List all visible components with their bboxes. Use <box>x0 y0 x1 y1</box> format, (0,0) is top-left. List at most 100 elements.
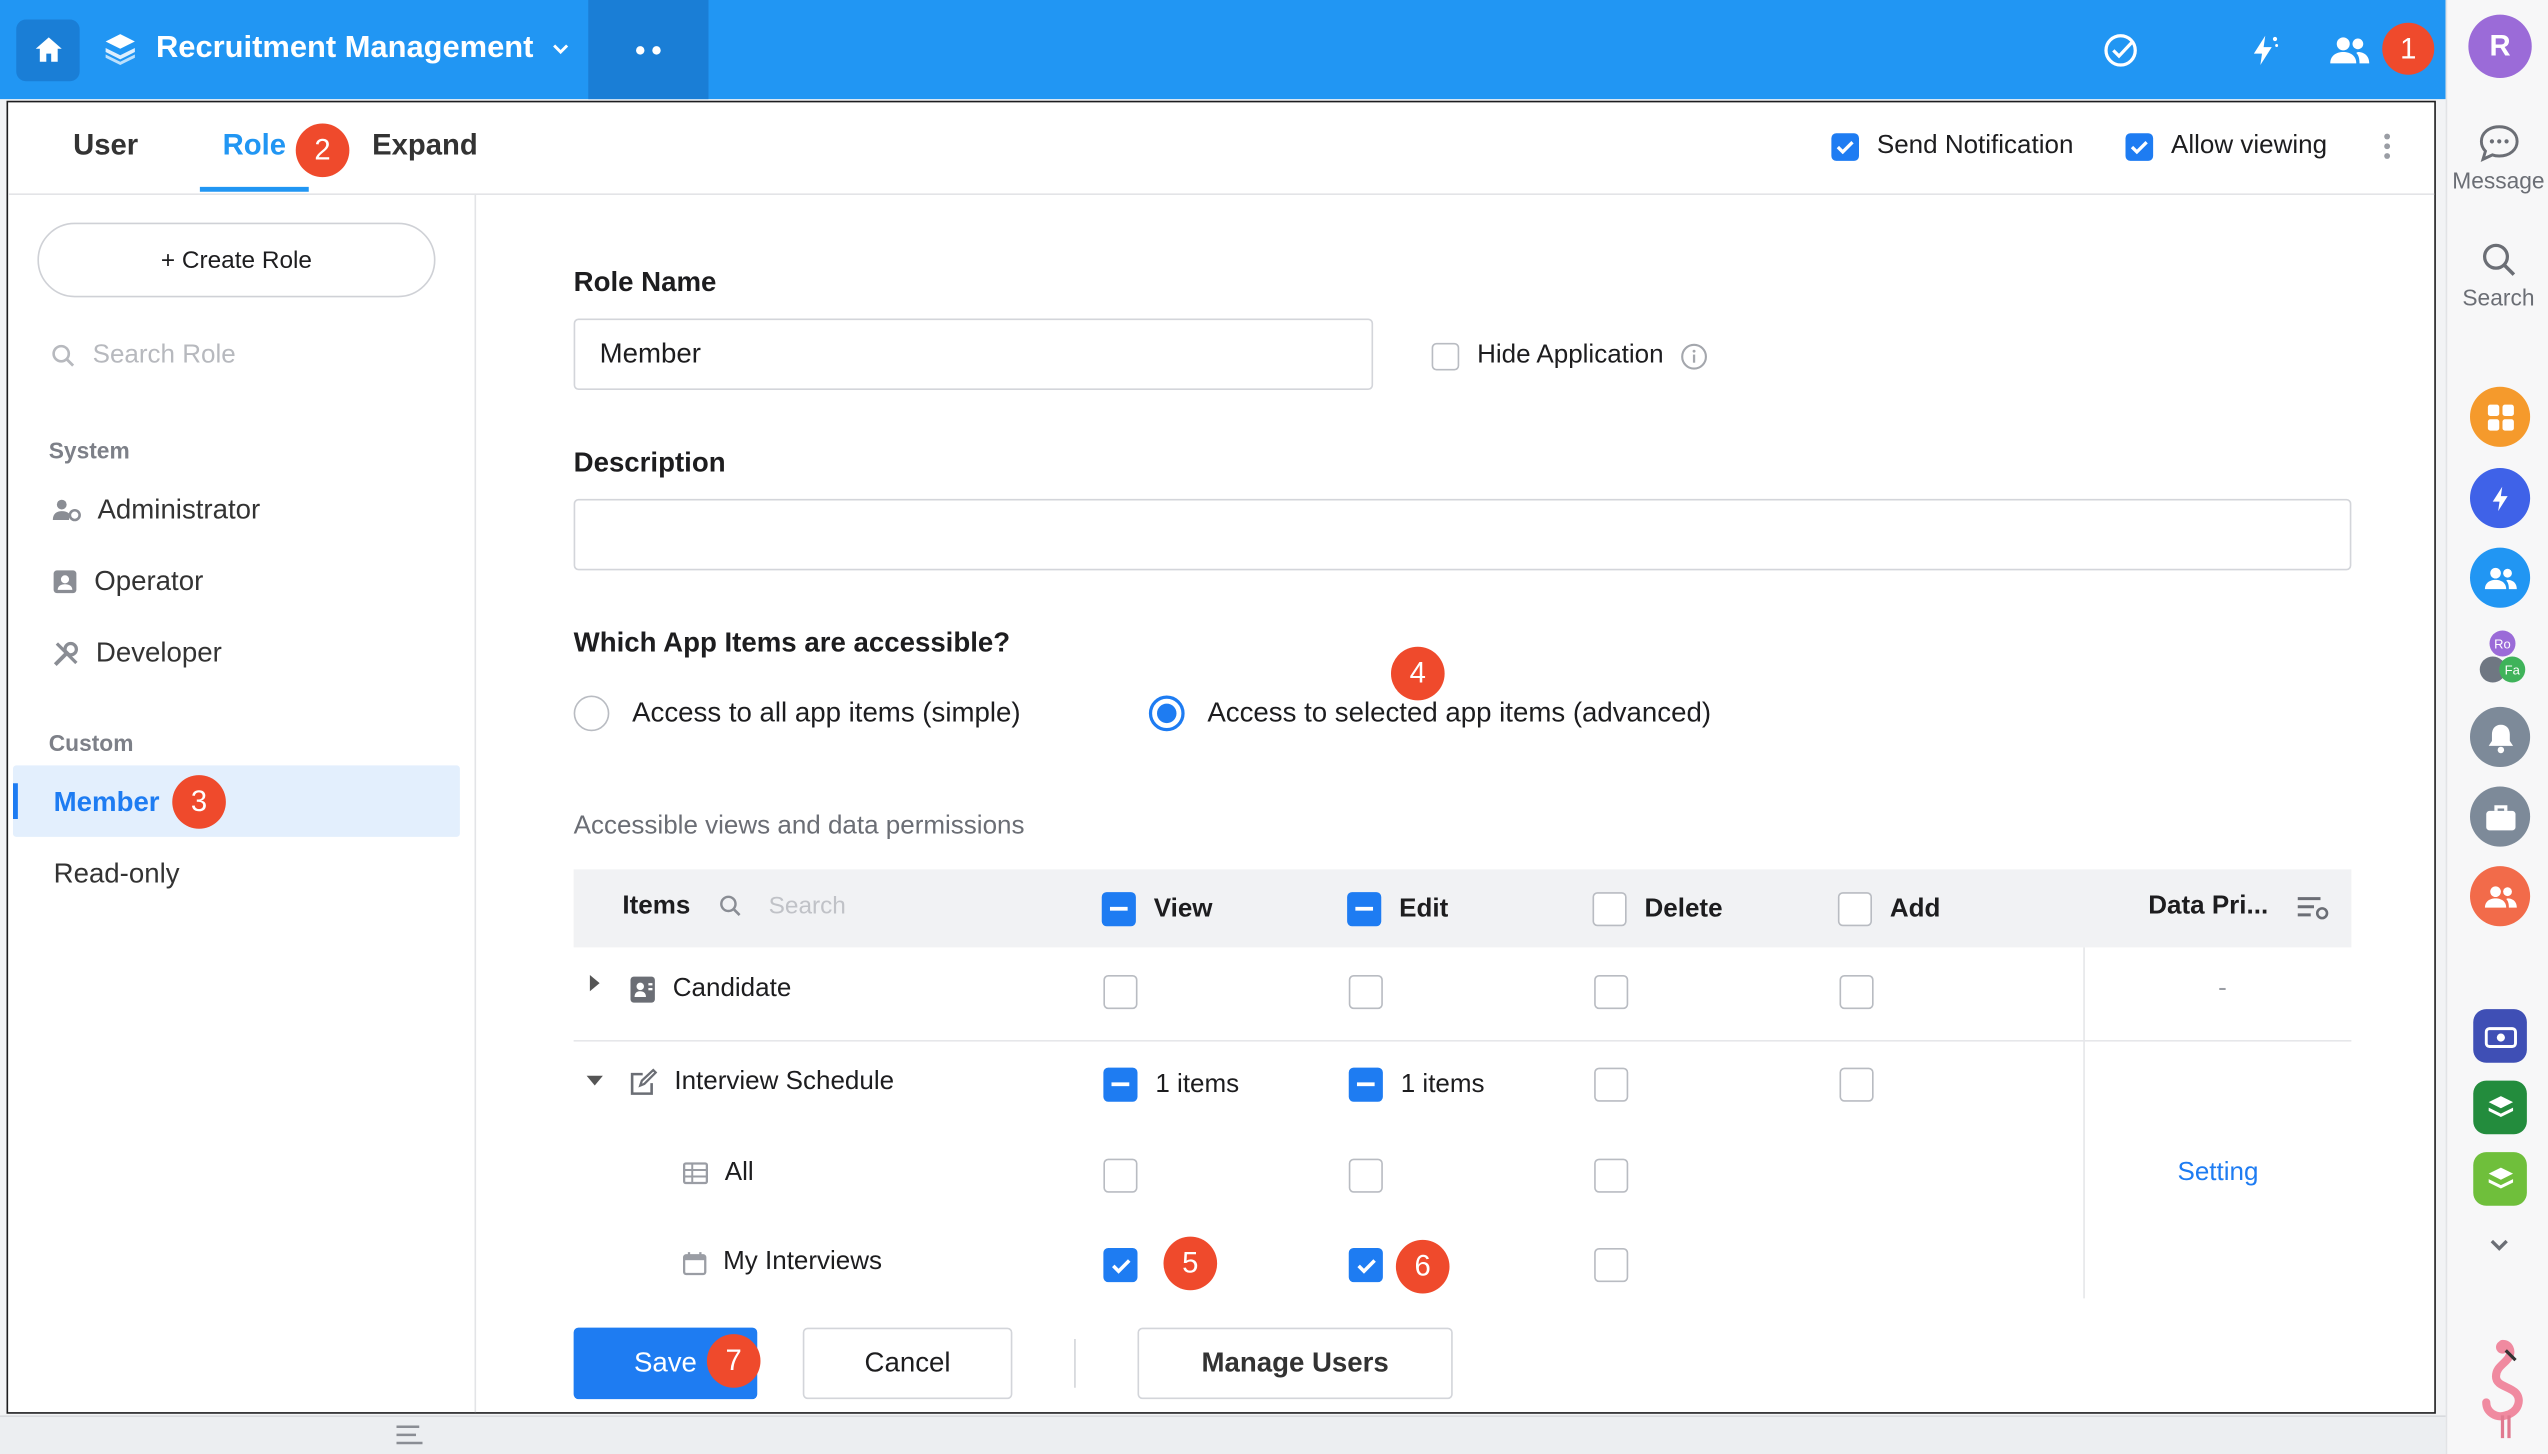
rail-app-team[interactable] <box>2470 866 2531 927</box>
edit-all-checkbox[interactable] <box>1347 892 1382 927</box>
top-bar: Recruitment Management 1 <box>0 0 2446 100</box>
column-settings-button[interactable] <box>2296 894 2332 931</box>
interview-delete-checkbox[interactable] <box>1594 1067 1646 1102</box>
access-simple-option[interactable]: Access to all app items (simple) <box>573 695 1021 732</box>
rail-group-avatars[interactable]: Ro Fa <box>2479 630 2535 686</box>
candidate-add-checkbox[interactable] <box>1839 975 1892 1010</box>
access-advanced-radio[interactable] <box>1148 695 1185 732</box>
checkmark-icon <box>1111 1258 1130 1273</box>
mini-avatar-fa: Fa <box>2499 656 2526 683</box>
access-simple-label: Access to all app items (simple) <box>632 697 1021 728</box>
collapse-menu-icon[interactable] <box>395 1422 431 1445</box>
rail-app-stack-green[interactable] <box>2473 1080 2527 1135</box>
interview-expand-toggle[interactable] <box>585 1073 605 1089</box>
description-input[interactable] <box>573 498 2352 571</box>
role-item-read-only[interactable]: Read-only <box>54 858 180 891</box>
members-button[interactable] <box>2329 29 2371 71</box>
rail-app-contacts[interactable] <box>2470 547 2531 608</box>
tab-expand[interactable]: Expand <box>372 128 478 162</box>
hide-application-checkbox[interactable] <box>1431 342 1460 370</box>
items-search-field[interactable]: Search <box>718 892 846 920</box>
minus-icon <box>1109 906 1128 911</box>
active-tab-indicator <box>199 186 309 192</box>
create-role-button[interactable]: + Create Role <box>37 222 436 298</box>
mini-avatar-ro: Ro <box>2489 630 2516 657</box>
step-marker-2: 2 <box>295 123 350 178</box>
allow-viewing-checkbox[interactable] <box>2125 132 2154 161</box>
dialog-more-button[interactable] <box>2382 132 2392 169</box>
rail-expand-button[interactable] <box>2486 1232 2512 1266</box>
rail-app-work[interactable] <box>2470 786 2531 847</box>
interview-add-checkbox[interactable] <box>1839 1067 1892 1102</box>
message-button[interactable]: Message <box>2447 124 2548 193</box>
view-all-checkbox[interactable] <box>1101 892 1136 927</box>
grid-icon <box>2487 403 2514 430</box>
all-delete-checkbox[interactable] <box>1594 1158 1646 1193</box>
hide-application-label: Hide Application <box>1477 341 1664 369</box>
flamingo-mascot-icon[interactable] <box>2473 1337 2532 1449</box>
role-item-operator[interactable]: Operator <box>52 566 203 599</box>
app-switcher[interactable]: Recruitment Management <box>101 29 573 68</box>
step-marker-1: 1 <box>2382 22 2435 75</box>
rail-app-stack-lime[interactable] <box>2473 1152 2527 1206</box>
list-settings-icon <box>2297 897 2329 920</box>
candidate-edit-checkbox[interactable] <box>1348 975 1401 1010</box>
role-list-panel: + Create Role Search Role System Adminis… <box>8 195 477 1413</box>
home-button[interactable] <box>16 19 80 82</box>
rail-app-notifications[interactable] <box>2470 706 2531 767</box>
task-check-icon <box>2104 34 2137 67</box>
info-icon[interactable] <box>1680 342 1708 370</box>
tasks-button[interactable] <box>2100 29 2142 71</box>
search-role-field[interactable]: Search Role <box>50 341 236 370</box>
tab-user[interactable]: User <box>73 128 138 162</box>
description-label: Description <box>573 446 726 478</box>
user-avatar[interactable]: R <box>2468 14 2532 78</box>
minus-icon <box>1111 1082 1130 1087</box>
role-item-developer[interactable]: Developer <box>52 637 222 670</box>
chevron-down-icon <box>2490 1239 2508 1251</box>
my-interviews-delete-checkbox[interactable] <box>1594 1248 1646 1283</box>
rail-app-finance[interactable] <box>2473 1009 2527 1063</box>
all-edit-checkbox[interactable] <box>1348 1158 1401 1193</box>
my-interviews-view-checkbox[interactable] <box>1103 1248 1155 1283</box>
candidate-expand-toggle[interactable] <box>587 973 603 993</box>
my-interviews-edit-checkbox[interactable] <box>1348 1248 1401 1283</box>
candidate-delete-checkbox[interactable] <box>1594 975 1646 1010</box>
allow-viewing-option[interactable]: Allow viewing <box>2125 132 2327 161</box>
view-column-header: View <box>1101 892 1213 927</box>
manage-users-button[interactable]: Manage Users <box>1137 1327 1453 1400</box>
tools-icon <box>53 641 78 666</box>
add-all-checkbox[interactable] <box>1837 892 1872 927</box>
add-column-header: Add <box>1837 892 1940 927</box>
rail-app-grid[interactable] <box>2470 386 2531 447</box>
data-privilege-setting-link[interactable]: Setting <box>2178 1159 2259 1188</box>
candidate-data-privilege: - <box>2218 975 2227 1003</box>
cancel-button[interactable]: Cancel <box>802 1327 1013 1400</box>
send-notification-option[interactable]: Send Notification <box>1831 132 2073 161</box>
role-item-administrator[interactable]: Administrator <box>52 494 260 527</box>
edit-column-header: Edit <box>1347 892 1449 927</box>
interview-view-count: 1 items <box>1155 1070 1240 1098</box>
rail-app-automation[interactable] <box>2470 468 2531 529</box>
all-view-checkbox[interactable] <box>1103 1158 1155 1193</box>
delete-all-checkbox[interactable] <box>1592 892 1627 927</box>
interview-edit-checkbox[interactable]: 1 items <box>1348 1067 1485 1102</box>
role-name-input[interactable]: Member <box>573 318 1374 390</box>
send-notification-checkbox[interactable] <box>1831 132 1859 161</box>
more-apps-button[interactable] <box>588 0 709 100</box>
access-simple-radio[interactable] <box>573 695 610 732</box>
automation-button[interactable] <box>2243 29 2285 71</box>
tab-role[interactable]: Role <box>223 128 286 162</box>
users-icon <box>2484 567 2517 589</box>
delete-header-label: Delete <box>1644 894 1723 923</box>
search-button[interactable]: Search <box>2447 241 2548 310</box>
candidate-view-checkbox[interactable] <box>1103 975 1155 1010</box>
hide-application-option[interactable]: Hide Application <box>1431 341 1708 370</box>
table-grid-icon <box>682 1162 709 1185</box>
edit-header-label: Edit <box>1399 894 1449 923</box>
interview-view-checkbox[interactable]: 1 items <box>1103 1067 1240 1102</box>
candidate-row-label: Candidate <box>629 975 791 1004</box>
id-badge-icon <box>53 570 77 594</box>
more-dots-icon <box>636 45 661 54</box>
access-advanced-option[interactable]: Access to selected app items (advanced) <box>1148 695 1711 732</box>
